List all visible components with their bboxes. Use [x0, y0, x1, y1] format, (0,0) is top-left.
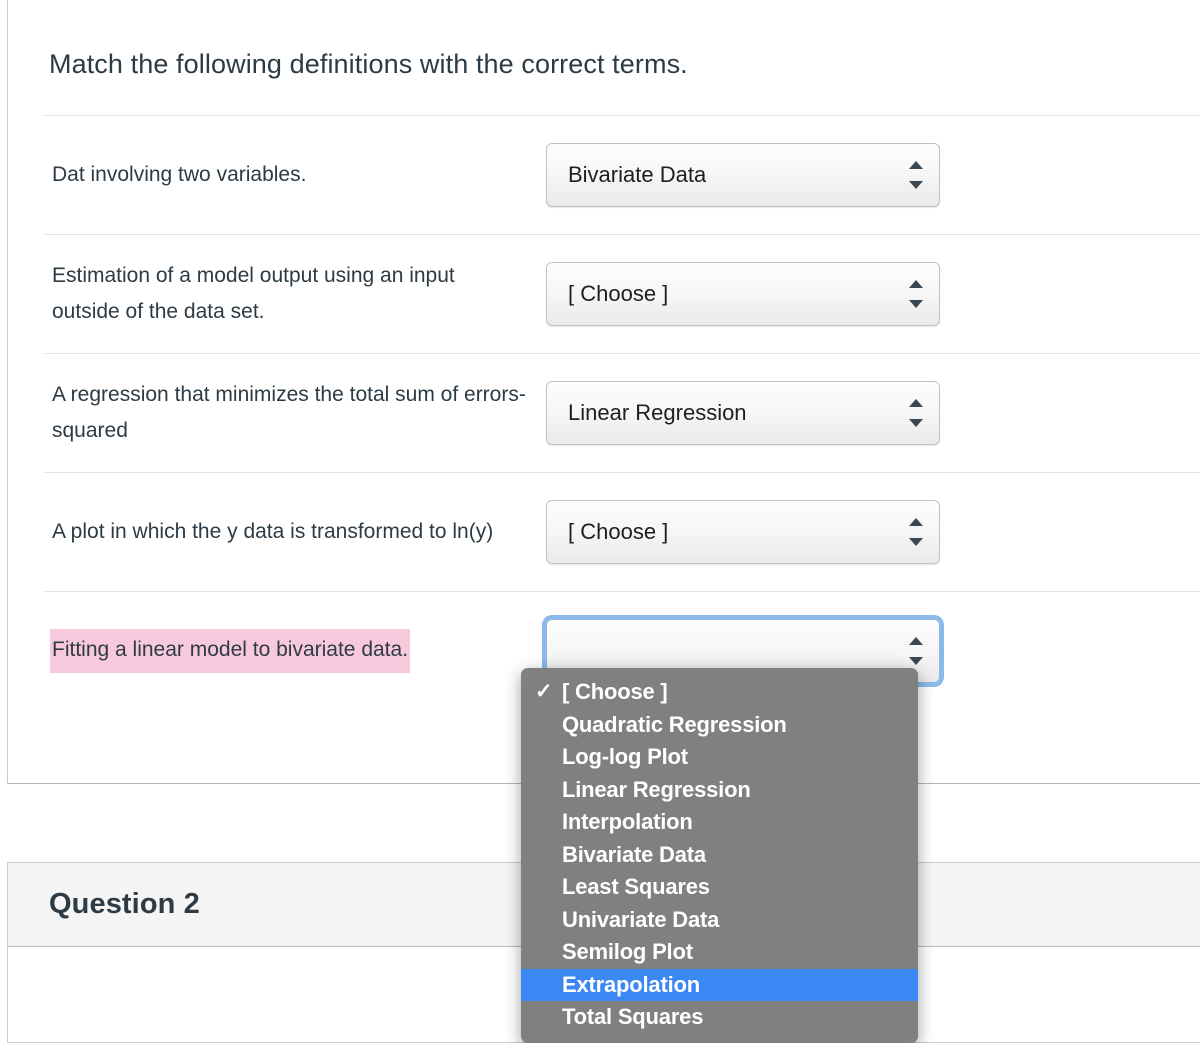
definition-text: Dat involving two variables.	[52, 162, 307, 186]
definition-cell: Dat involving two variables.	[44, 116, 536, 234]
select-arrows-icon	[909, 279, 923, 308]
dropdown-option[interactable]: [ Choose ]	[521, 676, 918, 709]
dropdown-option[interactable]: Log-log Plot	[521, 741, 918, 774]
answer-select-2-value: [ Choose ]	[568, 280, 669, 306]
table-row: A regression that minimizes the total su…	[44, 352, 1200, 472]
table-row: Dat involving two variables. Bivariate D…	[44, 114, 1200, 234]
dropdown-option[interactable]: Univariate Data	[521, 904, 918, 937]
chevron-up-icon	[909, 398, 923, 407]
dropdown-option[interactable]: Linear Regression	[521, 774, 918, 807]
definition-text: Estimation of a model output using an in…	[52, 263, 455, 323]
answer-select-3[interactable]: Linear Regression	[546, 380, 940, 445]
select-arrows-icon	[909, 517, 923, 546]
chevron-up-icon	[909, 160, 923, 169]
chevron-down-icon	[909, 299, 923, 308]
dropdown-option[interactable]: Extrapolation	[521, 968, 918, 1001]
dropdown-option[interactable]: Total Squares	[521, 1001, 918, 1034]
definition-cell: A regression that minimizes the total su…	[44, 354, 536, 472]
table-row: Estimation of a model output using an in…	[44, 233, 1200, 353]
chevron-down-icon	[909, 537, 923, 546]
question-prompt: Match the following definitions with the…	[49, 49, 688, 79]
select-arrows-icon	[909, 636, 923, 665]
matching-table: Dat involving two variables. Bivariate D…	[44, 114, 1200, 710]
chevron-down-icon	[909, 180, 923, 189]
definition-text: A plot in which the y data is transforme…	[52, 519, 494, 543]
answer-select-4-value: [ Choose ]	[568, 518, 669, 544]
answer-cell: [ Choose ]	[536, 235, 940, 326]
answer-cell: Linear Regression	[536, 354, 940, 445]
chevron-down-icon	[909, 418, 923, 427]
select-arrows-icon	[909, 398, 923, 427]
chevron-up-icon	[909, 279, 923, 288]
answer-select-4[interactable]: [ Choose ]	[546, 499, 940, 564]
answer-select-1[interactable]: Bivariate Data	[546, 142, 940, 207]
dropdown-option[interactable]: Interpolation	[521, 806, 918, 839]
answer-select-1-value: Bivariate Data	[568, 161, 707, 187]
definition-cell: Fitting a linear model to bivariate data…	[44, 592, 536, 710]
dropdown-option[interactable]: Bivariate Data	[521, 839, 918, 872]
table-row: A plot in which the y data is transforme…	[44, 471, 1200, 591]
answer-cell: [ Choose ]	[536, 473, 940, 564]
definition-text-highlighted: Fitting a linear model to bivariate data…	[50, 628, 411, 673]
chevron-up-icon	[909, 517, 923, 526]
dropdown-option[interactable]: Quadratic Regression	[521, 709, 918, 742]
definition-cell: A plot in which the y data is transforme…	[44, 473, 536, 591]
answer-select-5-dropdown[interactable]: [ Choose ]Quadratic RegressionLog-log Pl…	[521, 668, 918, 1043]
question-2-title: Question 2	[49, 888, 200, 920]
answer-select-3-value: Linear Regression	[568, 399, 747, 425]
select-arrows-icon	[909, 160, 923, 189]
chevron-down-icon	[909, 656, 923, 665]
definition-cell: Estimation of a model output using an in…	[44, 235, 536, 353]
dropdown-option[interactable]: Semilog Plot	[521, 936, 918, 969]
answer-cell: Bivariate Data	[536, 116, 940, 207]
answer-select-2[interactable]: [ Choose ]	[546, 261, 940, 326]
chevron-up-icon	[909, 636, 923, 645]
definition-text: A regression that minimizes the total su…	[52, 382, 526, 442]
question-1-card: Match the following definitions with the…	[7, 0, 1200, 784]
dropdown-option[interactable]: Least Squares	[521, 871, 918, 904]
